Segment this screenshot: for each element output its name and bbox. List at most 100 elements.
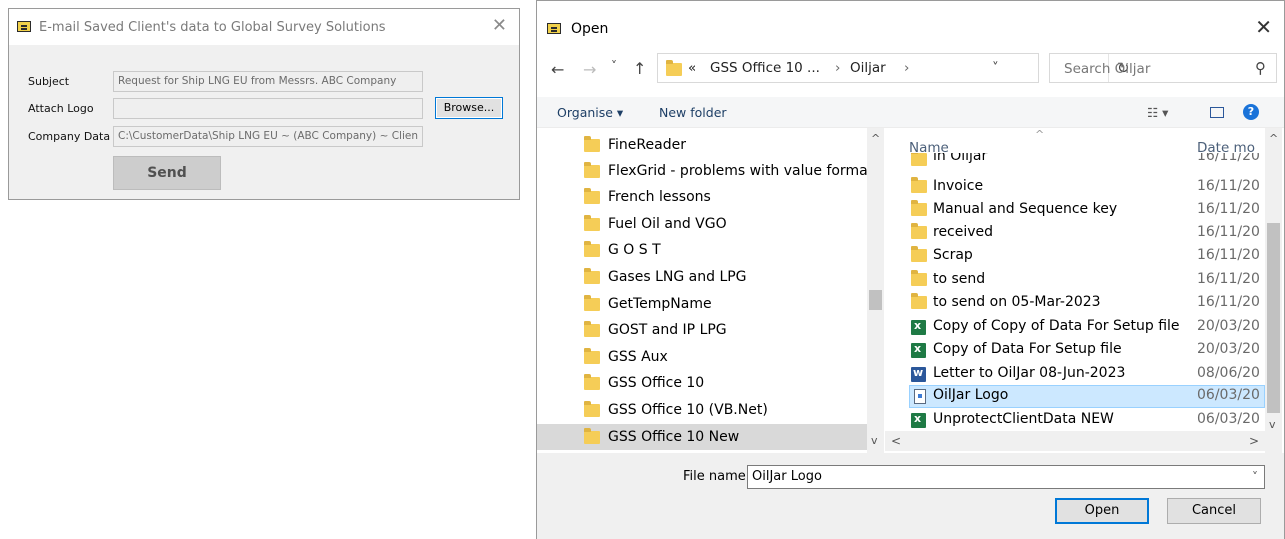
email-title-bar[interactable]: E-mail Saved Client's data to Global Sur… bbox=[9, 9, 519, 45]
forward-arrow-icon[interactable]: → bbox=[583, 60, 596, 79]
attach-logo-field[interactable] bbox=[113, 98, 423, 119]
file-date: 16/11/20 bbox=[1197, 201, 1260, 217]
company-data-field[interactable]: C:\CustomerData\Ship LNG EU ~ (ABC Compa… bbox=[113, 126, 423, 147]
chevron-down-icon[interactable]: ˅ bbox=[1252, 470, 1258, 484]
file-date: 06/03/20 bbox=[1197, 411, 1260, 427]
folder-icon bbox=[911, 223, 927, 239]
word-file-icon bbox=[911, 366, 926, 382]
file-name: Manual and Sequence key bbox=[933, 201, 1118, 217]
subject-field[interactable]: Request for Ship LNG EU from Messrs. ABC… bbox=[113, 71, 423, 92]
scroll-up-icon[interactable]: ^ bbox=[1269, 132, 1278, 145]
nav-folder-label: GSS Office 10 (VB.Net) bbox=[608, 402, 768, 418]
file-name: Invoice bbox=[933, 178, 984, 194]
preview-pane-icon[interactable] bbox=[1210, 107, 1224, 118]
nav-folder-gost[interactable]: G O S T bbox=[537, 237, 867, 263]
file-list: ^ Name Date mo in Oiljar 16/11/20 Invoic… bbox=[885, 128, 1265, 431]
file-name-label: File name: bbox=[683, 469, 751, 484]
file-row[interactable]: Copy of Copy of Data For Setup file 20/0… bbox=[885, 316, 1265, 339]
file-row[interactable]: received 16/11/20 bbox=[885, 222, 1265, 245]
file-row[interactable]: Letter to OilJar 08-Jun-2023 08/06/20 bbox=[885, 363, 1265, 386]
nav-folder-label: FlexGrid - problems with value formats bbox=[608, 163, 867, 179]
nav-folder-french-lessons[interactable]: French lessons bbox=[537, 184, 867, 210]
close-icon[interactable]: ✕ bbox=[492, 15, 507, 36]
file-date: 16/11/20 bbox=[1197, 153, 1260, 164]
search-icon[interactable]: ⚲ bbox=[1255, 59, 1266, 77]
address-separator: › bbox=[904, 60, 910, 76]
address-segment-oiljar[interactable]: Oiljar bbox=[850, 60, 886, 76]
folder-icon bbox=[911, 200, 927, 216]
up-arrow-icon[interactable]: ↑ bbox=[633, 59, 646, 78]
file-row[interactable]: Invoice 16/11/20 bbox=[885, 176, 1265, 199]
nav-folder-fuel-oil[interactable]: Fuel Oil and VGO bbox=[537, 211, 867, 237]
folder-icon bbox=[911, 246, 927, 262]
nav-folder-gss-aux[interactable]: GSS Aux bbox=[537, 344, 867, 370]
file-date: 16/11/20 bbox=[1197, 224, 1260, 240]
close-icon[interactable]: ✕ bbox=[1255, 15, 1272, 39]
search-input[interactable]: Search Oiljar ⚲ bbox=[1049, 53, 1277, 83]
address-dropdown-icon[interactable]: ˅ bbox=[992, 60, 999, 76]
file-row[interactable]: UnprotectClientData NEW 06/03/20 bbox=[885, 409, 1265, 431]
nav-folder-gases[interactable]: Gases LNG and LPG bbox=[537, 264, 867, 290]
file-name-input[interactable]: OilJar Logo ˅ bbox=[747, 465, 1265, 489]
nav-pane-scrollbar[interactable]: ^ v bbox=[867, 128, 884, 453]
nav-folder-gettempname[interactable]: GetTempName bbox=[537, 291, 867, 317]
scrollbar-thumb[interactable] bbox=[1267, 223, 1280, 413]
nav-folder-label: Fuel Oil and VGO bbox=[608, 216, 727, 232]
nav-folder-finereader[interactable]: FineReader bbox=[537, 132, 867, 158]
file-name: Copy of Data For Setup file bbox=[933, 341, 1122, 357]
subject-label: Subject bbox=[28, 75, 70, 88]
folder-icon bbox=[584, 348, 600, 364]
scroll-right-icon[interactable]: > bbox=[1249, 434, 1259, 448]
back-arrow-icon[interactable]: ← bbox=[551, 60, 564, 79]
file-name: UnprotectClientData NEW bbox=[933, 411, 1114, 427]
nav-folder-gss-office-10-vbnet[interactable]: GSS Office 10 (VB.Net) bbox=[537, 397, 867, 423]
file-name: to send on 05-Mar-2023 bbox=[933, 294, 1101, 310]
scroll-up-icon[interactable]: ^ bbox=[871, 132, 880, 145]
send-button[interactable]: Send bbox=[113, 156, 221, 190]
address-bar[interactable]: « GSS Office 10 ... › Oiljar › ˅ ↻ bbox=[657, 53, 1130, 83]
file-row[interactable]: to send 16/11/20 bbox=[885, 269, 1265, 292]
nav-folder-label: GSS Office 10 New bbox=[608, 429, 740, 445]
excel-file-icon bbox=[911, 319, 926, 335]
view-options-icon[interactable]: ☷ ▾ bbox=[1147, 105, 1168, 120]
nav-folder-gss-office-10[interactable]: GSS Office 10 bbox=[537, 370, 867, 396]
nav-folder-gost-ip-lpg[interactable]: GOST and IP LPG bbox=[537, 317, 867, 343]
address-segment-gss-office[interactable]: GSS Office 10 ... bbox=[710, 60, 820, 76]
organise-menu[interactable]: Organise ▾ bbox=[557, 105, 623, 120]
recent-locations-chevron-icon[interactable]: ˅ bbox=[611, 59, 617, 73]
scroll-left-icon[interactable]: < bbox=[891, 434, 901, 448]
open-title-bar[interactable]: Open ✕ bbox=[537, 1, 1284, 47]
file-name: Letter to OilJar 08-Jun-2023 bbox=[933, 365, 1126, 381]
file-row[interactable]: Manual and Sequence key 16/11/20 bbox=[885, 199, 1265, 222]
scroll-down-icon[interactable]: v bbox=[1269, 418, 1276, 431]
scrollbar-thumb[interactable] bbox=[869, 290, 882, 310]
nav-folder-gss-office-10-new[interactable]: GSS Office 10 New bbox=[537, 424, 867, 450]
folder-icon bbox=[584, 428, 600, 444]
file-date: 16/11/20 bbox=[1197, 271, 1260, 287]
email-dialog-title: E-mail Saved Client's data to Global Sur… bbox=[39, 20, 386, 35]
file-row[interactable]: Copy of Data For Setup file 20/03/20 bbox=[885, 339, 1265, 362]
help-icon[interactable]: ? bbox=[1243, 104, 1259, 120]
folder-icon bbox=[584, 401, 600, 417]
open-button[interactable]: Open bbox=[1055, 498, 1149, 524]
file-row-selected[interactable]: OilJar Logo 06/03/20 bbox=[909, 385, 1265, 408]
nav-folder-flexgrid[interactable]: FlexGrid - problems with value formats bbox=[537, 158, 867, 184]
folder-icon bbox=[911, 293, 927, 309]
file-list-horizontal-scrollbar[interactable]: < > bbox=[885, 431, 1265, 451]
file-list-vertical-scrollbar[interactable]: ^ v bbox=[1265, 128, 1282, 453]
folder-icon bbox=[584, 215, 600, 231]
folder-icon bbox=[911, 153, 927, 166]
address-overflow[interactable]: « bbox=[688, 60, 696, 76]
nav-folder-label: GOST and IP LPG bbox=[608, 322, 727, 338]
file-date: 16/11/20 bbox=[1197, 294, 1260, 310]
folder-icon bbox=[584, 188, 600, 204]
scroll-down-icon[interactable]: v bbox=[871, 434, 878, 447]
file-row[interactable]: Scrap 16/11/20 bbox=[885, 245, 1265, 268]
cancel-button[interactable]: Cancel bbox=[1167, 498, 1261, 524]
navigation-pane: FineReader FlexGrid - problems with valu… bbox=[537, 128, 867, 453]
browse-button[interactable]: Browse... bbox=[435, 97, 503, 119]
excel-file-icon bbox=[911, 342, 926, 358]
new-folder-button[interactable]: New folder bbox=[659, 105, 727, 120]
file-row[interactable]: in Oiljar 16/11/20 bbox=[885, 153, 1265, 169]
file-row[interactable]: to send on 05-Mar-2023 16/11/20 bbox=[885, 292, 1265, 315]
